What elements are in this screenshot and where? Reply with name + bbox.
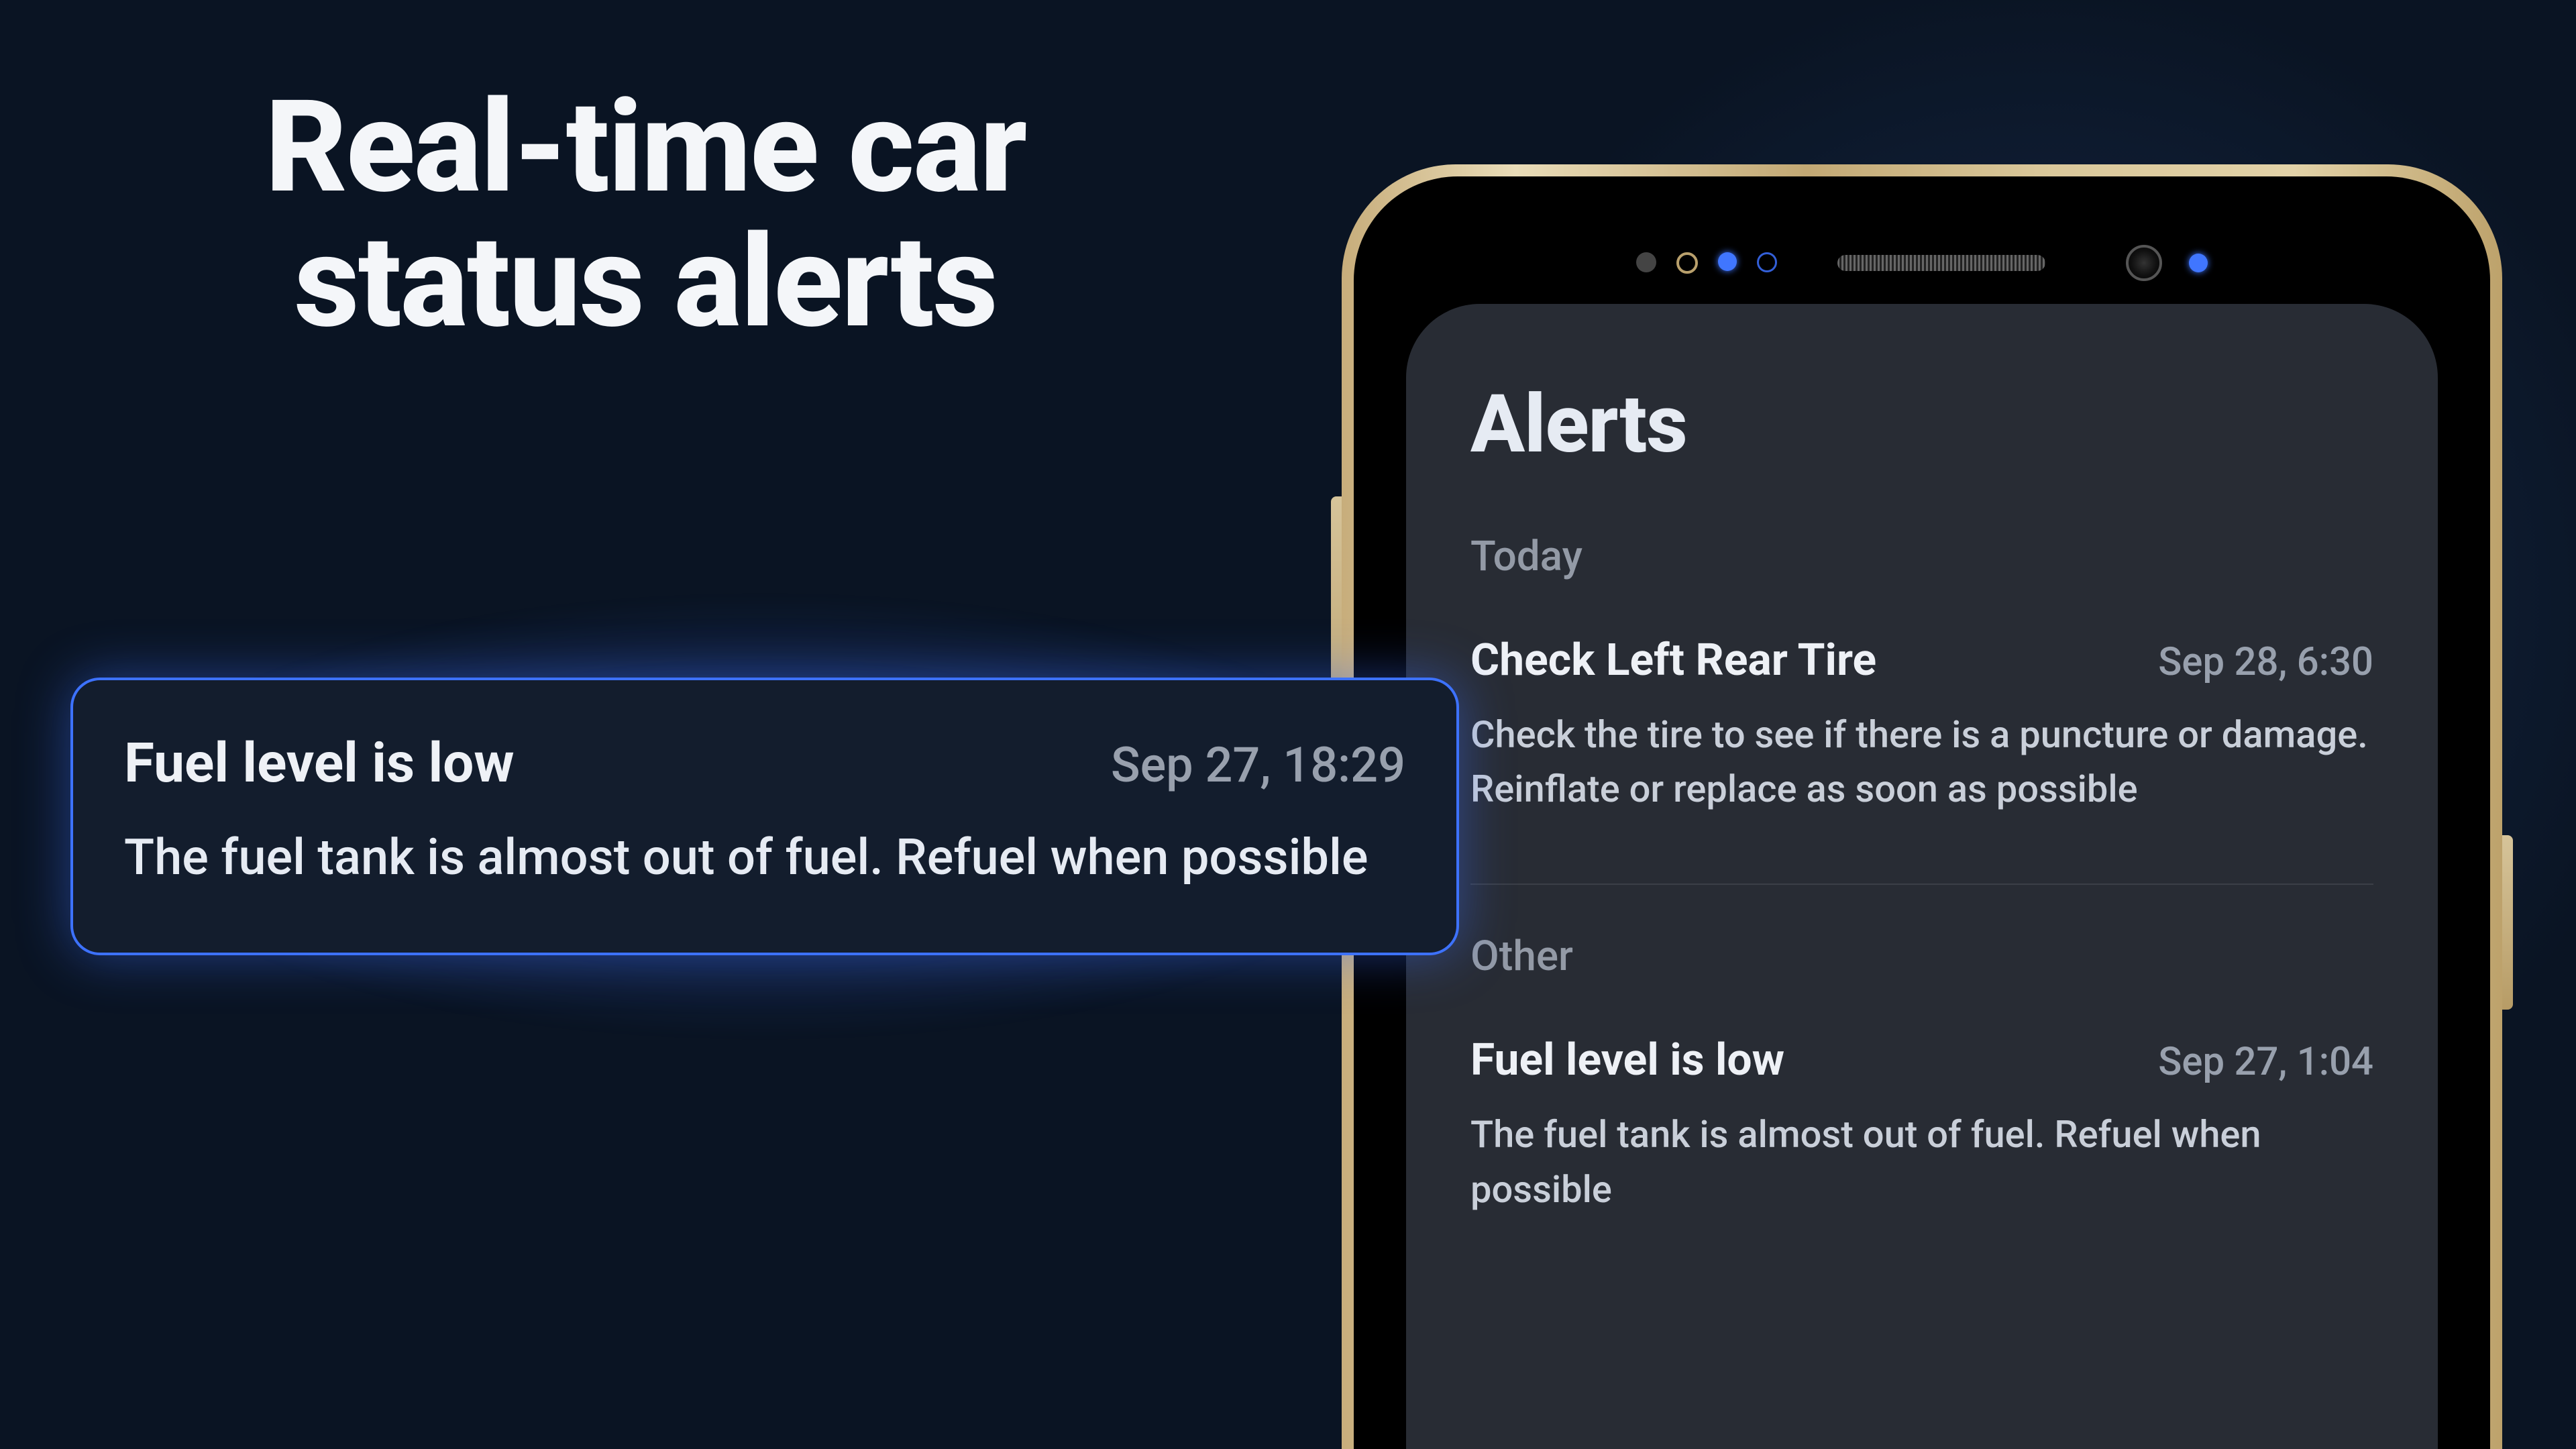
alert-title: Check Left Rear Tire <box>1470 635 1876 686</box>
alert-list-item[interactable]: Fuel level is low Sep 27, 1:04 The fuel … <box>1470 1034 2373 1263</box>
alert-title: Fuel level is low <box>1470 1034 1784 1086</box>
earpiece-speaker-icon <box>1837 255 2045 271</box>
phone-screen: Alerts Today Check Left Rear Tire Sep 28… <box>1406 304 2438 1449</box>
proximity-sensor-icon <box>1636 252 1656 272</box>
page-title: Alerts <box>1470 378 2373 472</box>
alert-timestamp: Sep 27, 1:04 <box>2158 1039 2373 1085</box>
phone-mockup: Alerts Today Check Left Rear Tire Sep 28… <box>1342 164 2502 1449</box>
section-header-other: Other <box>1470 932 2373 981</box>
alert-body: Check the tire to see if there is a punc… <box>1470 708 2373 816</box>
front-camera-icon <box>2126 245 2162 281</box>
phone-sensor-bar <box>1354 245 2490 281</box>
alert-body: The fuel tank is almost out of fuel. Ref… <box>1470 1108 2373 1216</box>
sensor-ring-icon <box>1676 252 1698 274</box>
power-button <box>2502 835 2513 1010</box>
featured-alert-card: Fuel level is low Sep 27, 18:29 The fuel… <box>70 678 1459 955</box>
headline-line-1: Real-time car <box>265 73 1026 222</box>
iris-scanner-icon <box>2189 254 2208 272</box>
featured-alert-inner: Fuel level is low Sep 27, 18:29 The fuel… <box>70 678 1459 955</box>
section-divider <box>1470 883 2373 885</box>
sensor-dot-icon <box>1757 252 1777 272</box>
phone-black-frame: Alerts Today Check Left Rear Tire Sep 28… <box>1354 176 2490 1449</box>
section-header-today: Today <box>1470 532 2373 581</box>
featured-alert-title: Fuel level is low <box>124 731 515 796</box>
alert-list-item[interactable]: Check Left Rear Tire Sep 28, 6:30 Check … <box>1470 635 2373 863</box>
featured-alert-timestamp: Sep 27, 18:29 <box>1111 737 1405 794</box>
alert-timestamp: Sep 28, 6:30 <box>2158 639 2373 685</box>
alerts-app: Alerts Today Check Left Rear Tire Sep 28… <box>1406 304 2438 1449</box>
headline-line-2: status alerts <box>294 208 997 357</box>
notification-led-icon <box>1718 252 1737 271</box>
featured-alert-body: The fuel tank is almost out of fuel. Ref… <box>124 821 1405 895</box>
marketing-headline: Real-time car status alerts <box>265 80 1026 351</box>
